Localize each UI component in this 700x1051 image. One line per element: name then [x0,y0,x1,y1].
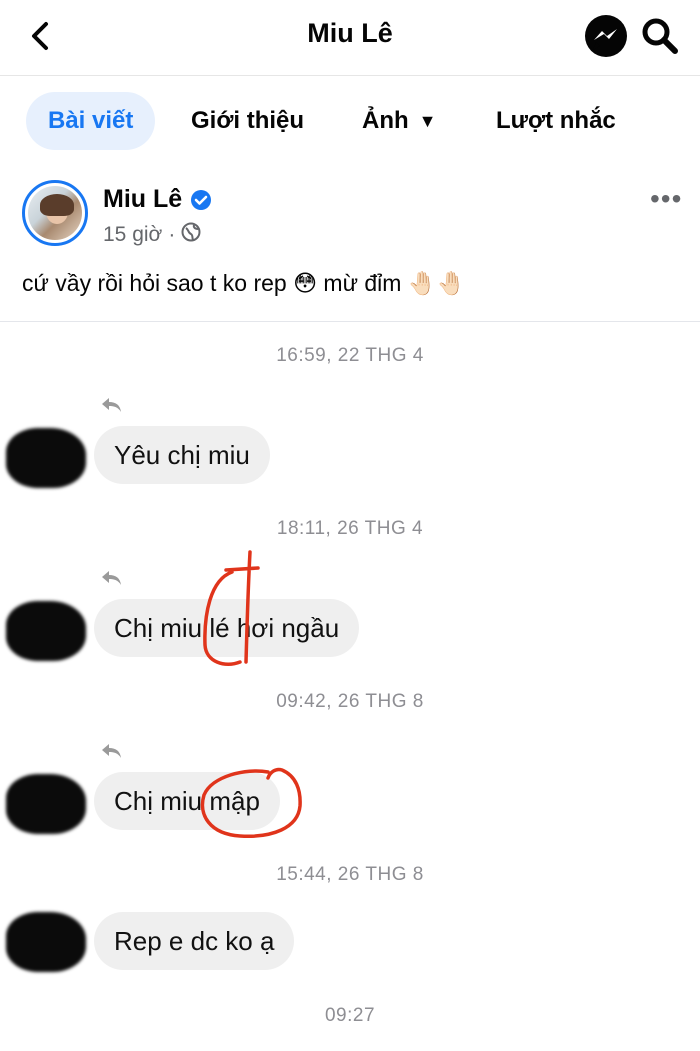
reply-arrow-icon [102,571,121,585]
redacted-avatar [6,601,86,661]
tab-posts[interactable]: Bài viết [26,92,156,150]
more-dots-icon[interactable]: ••• [650,183,682,215]
tab-label: Bài viết [48,107,134,134]
globe-icon [181,222,201,248]
author-name: Miu Lê [103,185,183,213]
profile-tabs: Bài viết Giới thiệu Ảnh ▼ Lượt nhắc [0,76,700,166]
redacted-avatar [6,912,86,972]
post-author[interactable]: Miu Lê [103,185,212,214]
divider [0,321,700,322]
tab-photos[interactable]: Ảnh ▼ [362,92,436,150]
redacted-avatar [6,774,86,834]
tab-about[interactable]: Giới thiệu [191,92,304,150]
reply-arrow-icon [102,398,121,412]
chat-timestamp: 18:11, 26 THG 4 [276,518,424,539]
avatar[interactable] [22,180,88,246]
redacted-avatar [6,428,86,488]
meta-separator: · [168,223,176,246]
tab-label: Lượt nhắc [496,107,616,134]
chat-timestamp: 09:42, 26 THG 8 [276,691,424,712]
verified-badge-icon [190,189,212,211]
tab-label: Ảnh [362,107,409,134]
reply-arrow-icon [102,744,121,758]
top-bar: Miu Lê [0,0,700,76]
chat-timestamp: 16:59, 22 THG 4 [276,345,424,366]
message-bubble: Rep e dc ko ạ [94,912,295,970]
chat-timestamp: 15:44, 26 THG 8 [276,864,424,885]
tab-label: Giới thiệu [191,107,305,134]
messenger-icon[interactable] [584,14,628,58]
post-caption: cứ vầy rồi hỏi sao t ko rep 😳 mừ đỉm 🤚🏻🤚… [22,270,466,296]
avatar-image [28,186,82,240]
message-bubble: Chị miu mập [94,772,280,830]
chat-timestamp: 09:27 [324,1005,376,1026]
post-meta: 15 giờ · [103,222,201,248]
message-bubble: Chị miu lé hơi ngầu [94,599,360,657]
tab-mentions[interactable]: Lượt nhắc [496,92,616,150]
caret-down-icon: ▼ [418,110,437,131]
message-bubble: Yêu chị miu [94,426,270,484]
post-time[interactable]: 15 giờ [103,223,162,247]
search-icon[interactable] [640,16,680,56]
